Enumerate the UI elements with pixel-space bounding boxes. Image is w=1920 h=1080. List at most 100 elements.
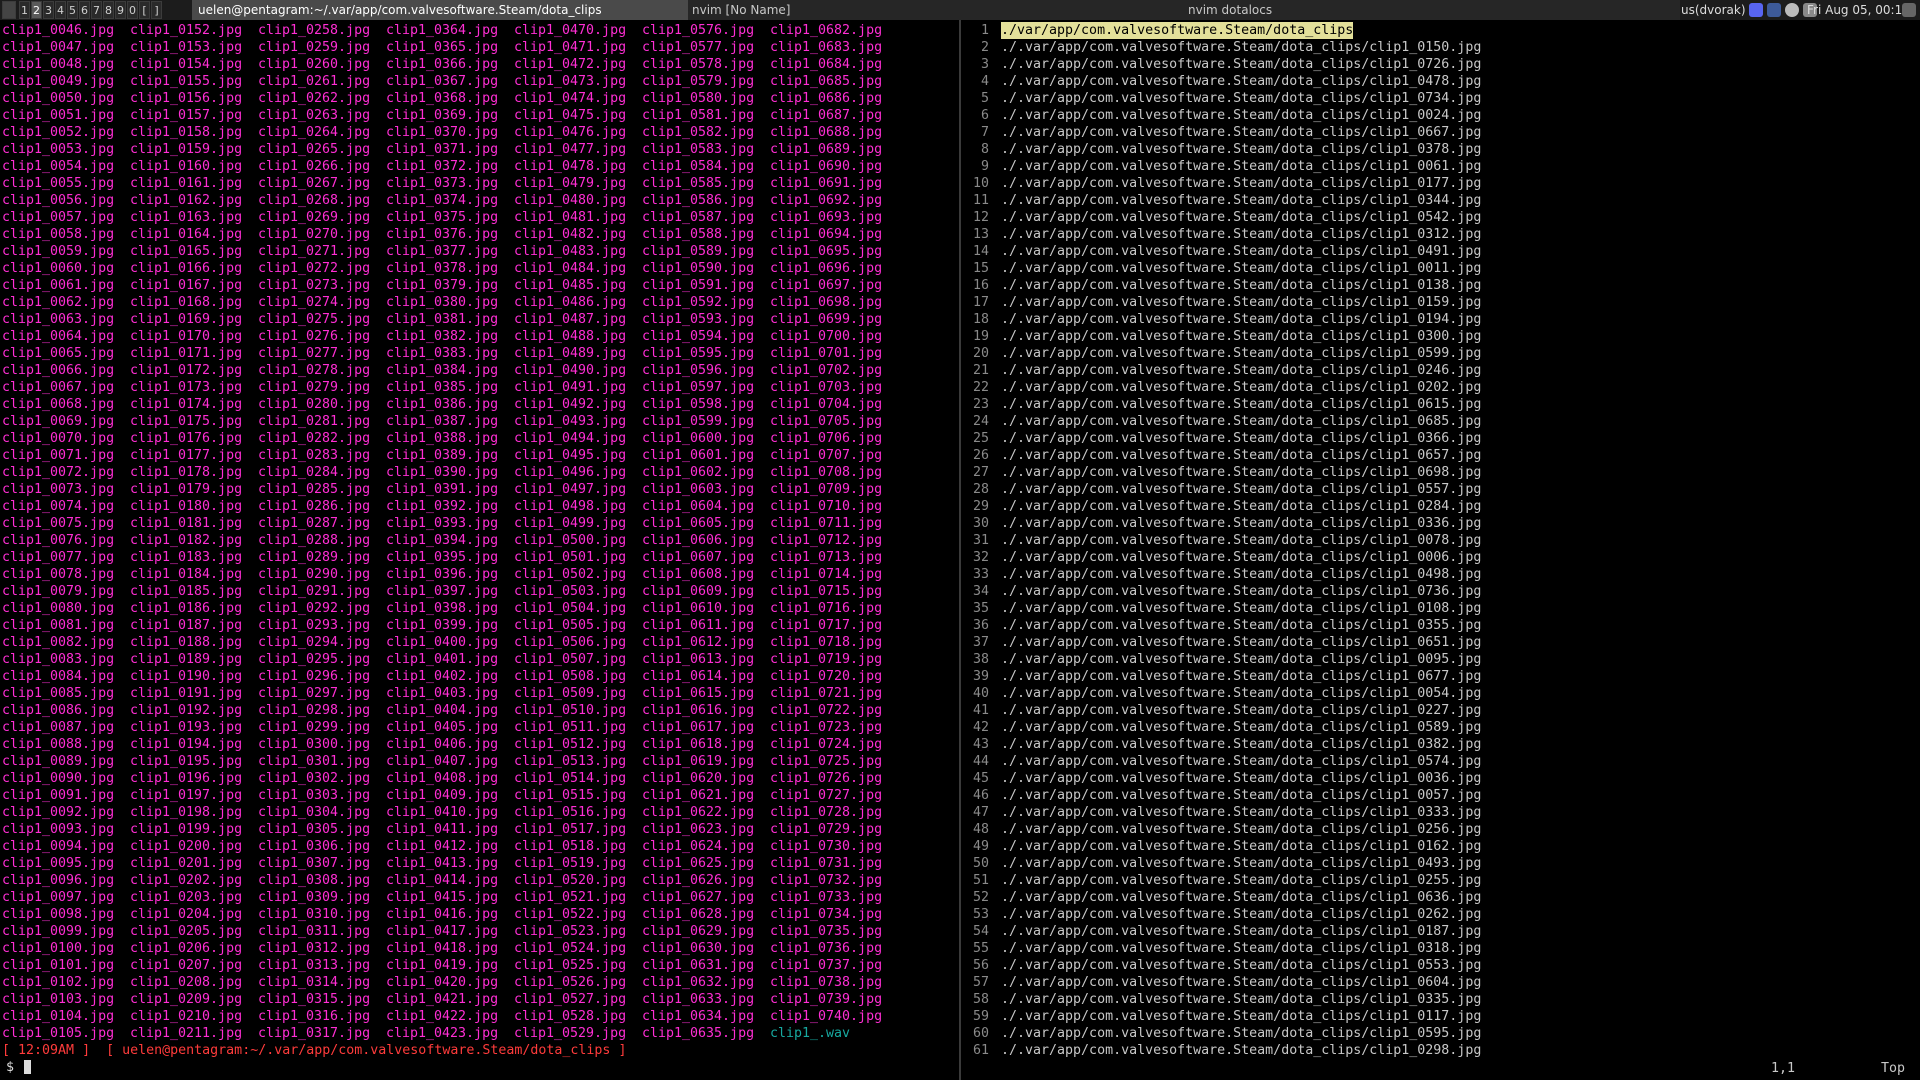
buffer-line[interactable]: 10 ./.var/app/com.valvesoftware.Steam/dot… xyxy=(961,175,1920,192)
buffer-line[interactable]: 30 ./.var/app/com.valvesoftware.Steam/dot… xyxy=(961,515,1920,532)
file-entry: clip1_0579.jpg xyxy=(642,74,755,89)
buffer-line[interactable]: 7 ./.var/app/com.valvesoftware.Steam/dota… xyxy=(961,124,1920,141)
file-entry: clip1_0207.jpg xyxy=(130,958,243,973)
buffer-line[interactable]: 15 ./.var/app/com.valvesoftware.Steam/dot… xyxy=(961,260,1920,277)
buffer-line[interactable]: 45 ./.var/app/com.valvesoftware.Steam/dot… xyxy=(961,770,1920,787)
buffer-line[interactable]: 28 ./.var/app/com.valvesoftware.Steam/dot… xyxy=(961,481,1920,498)
android-icon[interactable] xyxy=(1767,3,1781,17)
buffer-line[interactable]: 38 ./.var/app/com.valvesoftware.Steam/dot… xyxy=(961,651,1920,668)
workspace-8[interactable]: 8 xyxy=(103,1,114,19)
buffer-line[interactable]: 5 ./.var/app/com.valvesoftware.Steam/dota… xyxy=(961,90,1920,107)
buffer-line[interactable]: 47 ./.var/app/com.valvesoftware.Steam/dot… xyxy=(961,804,1920,821)
buffer-line[interactable]: 29 ./.var/app/com.valvesoftware.Steam/dot… xyxy=(961,498,1920,515)
buffer-line[interactable]: 11 ./.var/app/com.valvesoftware.Steam/dot… xyxy=(961,192,1920,209)
workspace-3[interactable]: 3 xyxy=(43,1,54,19)
buffer-line[interactable]: 48 ./.var/app/com.valvesoftware.Steam/dot… xyxy=(961,821,1920,838)
window-title-3[interactable]: nvim dotalocs xyxy=(1184,0,1680,20)
workspace-10[interactable]: 0 xyxy=(127,1,138,19)
buffer-line[interactable]: 18 ./.var/app/com.valvesoftware.Steam/dot… xyxy=(961,311,1920,328)
buffer-line[interactable]: 20 ./.var/app/com.valvesoftware.Steam/dot… xyxy=(961,345,1920,362)
file-entry: clip1_0697.jpg xyxy=(770,278,883,293)
line-text: ./.var/app/com.valvesoftware.Steam/dota_… xyxy=(1001,210,1482,225)
file-entry: clip1_0477.jpg xyxy=(514,142,627,157)
layout-icon[interactable] xyxy=(1902,3,1916,17)
buffer-line[interactable]: 51 ./.var/app/com.valvesoftware.Steam/dot… xyxy=(961,872,1920,889)
buffer-line[interactable]: 61 ./.var/app/com.valvesoftware.Steam/dot… xyxy=(961,1042,1920,1059)
line-number: 46 xyxy=(972,788,989,803)
buffer-line[interactable]: 54 ./.var/app/com.valvesoftware.Steam/dot… xyxy=(961,923,1920,940)
workspace-1[interactable]: 1 xyxy=(19,1,30,19)
buffer-line[interactable]: 4 ./.var/app/com.valvesoftware.Steam/dota… xyxy=(961,73,1920,90)
buffer-line[interactable]: 55 ./.var/app/com.valvesoftware.Steam/dot… xyxy=(961,940,1920,957)
file-entry: clip1_0407.jpg xyxy=(386,754,499,769)
file-entry: clip1_0594.jpg xyxy=(642,329,755,344)
buffer-line[interactable]: 46 ./.var/app/com.valvesoftware.Steam/dot… xyxy=(961,787,1920,804)
buffer-line[interactable]: 26 ./.var/app/com.valvesoftware.Steam/dot… xyxy=(961,447,1920,464)
buffer-line[interactable]: 52 ./.var/app/com.valvesoftware.Steam/dot… xyxy=(961,889,1920,906)
buffer-line[interactable]: 59 ./.var/app/com.valvesoftware.Steam/dot… xyxy=(961,1008,1920,1025)
buffer-line[interactable]: 19 ./.var/app/com.valvesoftware.Steam/dot… xyxy=(961,328,1920,345)
window-title-1[interactable]: uelen@pentagram:~/.var/app/com.valvesoft… xyxy=(192,0,688,20)
terminal-pane[interactable]: clip1_0046.jpg clip1_0152.jpg clip1_0258.j… xyxy=(0,20,959,1080)
discord-icon[interactable] xyxy=(1749,3,1763,17)
buffer-line[interactable]: 1 ./var/app/com.valvesoftware.Steam/dota_… xyxy=(961,22,1920,39)
buffer-line[interactable]: 36 ./.var/app/com.valvesoftware.Steam/dot… xyxy=(961,617,1920,634)
buffer-line[interactable]: 40 ./.var/app/com.valvesoftware.Steam/dot… xyxy=(961,685,1920,702)
workspace-6[interactable]: 6 xyxy=(79,1,90,19)
buffer-line[interactable]: 12 ./.var/app/com.valvesoftware.Steam/dot… xyxy=(961,209,1920,226)
workspace-4[interactable]: 4 xyxy=(55,1,66,19)
workspace-5[interactable]: 5 xyxy=(67,1,78,19)
workspace-7[interactable]: 7 xyxy=(91,1,102,19)
buffer-line[interactable]: 6 ./.var/app/com.valvesoftware.Steam/dota… xyxy=(961,107,1920,124)
buffer-line[interactable]: 53 ./.var/app/com.valvesoftware.Steam/dot… xyxy=(961,906,1920,923)
file-entry: clip1_0484.jpg xyxy=(514,261,627,276)
buffer-line[interactable]: 34 ./.var/app/com.valvesoftware.Steam/dot… xyxy=(961,583,1920,600)
buffer-line[interactable]: 16 ./.var/app/com.valvesoftware.Steam/dot… xyxy=(961,277,1920,294)
line-text: ./.var/app/com.valvesoftware.Steam/dota_… xyxy=(1001,193,1482,208)
nvim-pane[interactable]: 1 ./var/app/com.valvesoftware.Steam/dota_… xyxy=(961,20,1920,1080)
shell-input[interactable]: $ xyxy=(6,1059,32,1076)
file-entry: clip1_0686.jpg xyxy=(770,91,883,106)
buffer-line[interactable]: 14 ./.var/app/com.valvesoftware.Steam/dot… xyxy=(961,243,1920,260)
buffer-line[interactable]: 27 ./.var/app/com.valvesoftware.Steam/dot… xyxy=(961,464,1920,481)
buffer-line[interactable]: 35 ./.var/app/com.valvesoftware.Steam/dot… xyxy=(961,600,1920,617)
buffer-line[interactable]: 42 ./.var/app/com.valvesoftware.Steam/dot… xyxy=(961,719,1920,736)
steam-icon[interactable] xyxy=(1785,3,1799,17)
buffer-line[interactable]: 37 ./.var/app/com.valvesoftware.Steam/dot… xyxy=(961,634,1920,651)
window-title-2[interactable]: nvim [No Name] xyxy=(688,0,1184,20)
buffer-line[interactable]: 50 ./.var/app/com.valvesoftware.Steam/dot… xyxy=(961,855,1920,872)
buffer-line[interactable]: 33 ./.var/app/com.valvesoftware.Steam/dot… xyxy=(961,566,1920,583)
buffer-line[interactable]: 58 ./.var/app/com.valvesoftware.Steam/dot… xyxy=(961,991,1920,1008)
buffer-line[interactable]: 3 ./.var/app/com.valvesoftware.Steam/dota… xyxy=(961,56,1920,73)
workspace-9[interactable]: 9 xyxy=(115,1,126,19)
buffer-line[interactable]: 24 ./.var/app/com.valvesoftware.Steam/dot… xyxy=(961,413,1920,430)
buffer-line[interactable]: 49 ./.var/app/com.valvesoftware.Steam/dot… xyxy=(961,838,1920,855)
buffer-line[interactable]: 57 ./.var/app/com.valvesoftware.Steam/dot… xyxy=(961,974,1920,991)
keyboard-layout[interactable]: us(dvorak) xyxy=(1681,0,1746,20)
file-entry: clip1_0299.jpg xyxy=(258,720,371,735)
buffer-line[interactable]: 17 ./.var/app/com.valvesoftware.Steam/dot… xyxy=(961,294,1920,311)
workspace-2[interactable]: 2 xyxy=(31,1,42,19)
buffer-line[interactable]: 13 ./.var/app/com.valvesoftware.Steam/dot… xyxy=(961,226,1920,243)
buffer-line[interactable]: 43 ./.var/app/com.valvesoftware.Steam/dot… xyxy=(961,736,1920,753)
buffer-line[interactable]: 39 ./.var/app/com.valvesoftware.Steam/dot… xyxy=(961,668,1920,685)
buffer-line[interactable]: 23 ./.var/app/com.valvesoftware.Steam/dot… xyxy=(961,396,1920,413)
line-number: 16 xyxy=(972,278,989,293)
buffer-line[interactable]: 44 ./.var/app/com.valvesoftware.Steam/dot… xyxy=(961,753,1920,770)
buffer-line[interactable]: 41 ./.var/app/com.valvesoftware.Steam/dot… xyxy=(961,702,1920,719)
buffer-line[interactable]: 60 ./.var/app/com.valvesoftware.Steam/dot… xyxy=(961,1025,1920,1042)
buffer-line[interactable]: 8 ./.var/app/com.valvesoftware.Steam/dota… xyxy=(961,141,1920,158)
buffer-line[interactable]: 2 ./.var/app/com.valvesoftware.Steam/dota… xyxy=(961,39,1920,56)
buffer-line[interactable]: 32 ./.var/app/com.valvesoftware.Steam/dot… xyxy=(961,549,1920,566)
menu-icon[interactable] xyxy=(2,1,16,19)
buffer-line[interactable]: 22 ./.var/app/com.valvesoftware.Steam/dot… xyxy=(961,379,1920,396)
buffer-line[interactable]: 56 ./.var/app/com.valvesoftware.Steam/dot… xyxy=(961,957,1920,974)
file-entry: clip1_0702.jpg xyxy=(770,363,883,378)
buffer-line[interactable]: 25 ./.var/app/com.valvesoftware.Steam/dot… xyxy=(961,430,1920,447)
workspace-12[interactable]: ] xyxy=(151,1,162,19)
file-entry: clip1_0081.jpg xyxy=(2,618,115,633)
buffer-line[interactable]: 21 ./.var/app/com.valvesoftware.Steam/dot… xyxy=(961,362,1920,379)
workspace-11[interactable]: [ xyxy=(139,1,150,19)
buffer-line[interactable]: 31 ./.var/app/com.valvesoftware.Steam/dot… xyxy=(961,532,1920,549)
buffer-line[interactable]: 9 ./.var/app/com.valvesoftware.Steam/dota… xyxy=(961,158,1920,175)
